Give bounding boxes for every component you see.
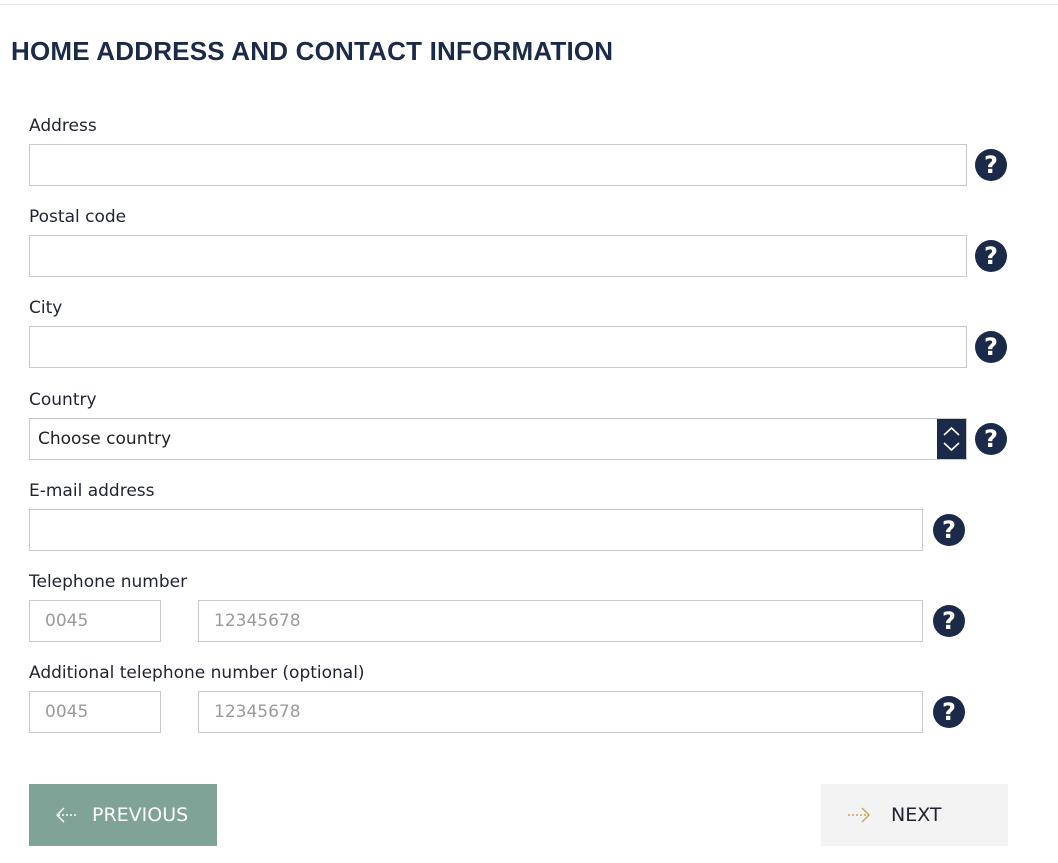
postal-code-label: Postal code xyxy=(29,207,127,227)
country-select[interactable]: Choose country xyxy=(29,418,967,460)
additional-telephone-help-icon[interactable]: ? xyxy=(933,696,965,728)
city-help-icon[interactable]: ? xyxy=(975,331,1007,363)
email-input[interactable] xyxy=(29,509,923,551)
country-help-icon[interactable]: ? xyxy=(975,423,1007,455)
address-label: Address xyxy=(29,116,97,136)
postal-code-input[interactable] xyxy=(29,235,967,277)
postal-code-help-icon[interactable]: ? xyxy=(975,240,1007,272)
email-help-icon[interactable]: ? xyxy=(933,514,965,546)
dotted-arrow-right-icon xyxy=(846,805,872,830)
previous-button[interactable]: PREVIOUS xyxy=(29,784,217,846)
additional-telephone-label: Additional telephone number (optional) xyxy=(29,663,365,683)
email-label: E-mail address xyxy=(29,481,155,501)
country-label: Country xyxy=(29,390,97,410)
next-button[interactable]: NEXT xyxy=(821,784,1008,846)
address-help-icon[interactable]: ? xyxy=(975,149,1007,181)
country-selected-value: Choose country xyxy=(38,429,172,449)
page-title: HOME ADDRESS AND CONTACT INFORMATION xyxy=(11,36,614,66)
telephone-help-icon[interactable]: ? xyxy=(933,605,965,637)
additional-telephone-number-input[interactable] xyxy=(198,691,923,733)
telephone-label: Telephone number xyxy=(29,572,188,592)
telephone-prefix-input[interactable] xyxy=(29,600,161,642)
chevron-up-down-icon[interactable] xyxy=(937,419,966,459)
next-button-label: NEXT xyxy=(891,804,942,826)
telephone-number-input[interactable] xyxy=(198,600,923,642)
previous-button-label: PREVIOUS xyxy=(92,804,189,826)
address-input[interactable] xyxy=(29,144,967,186)
top-divider xyxy=(0,4,1058,5)
city-input[interactable] xyxy=(29,326,967,368)
city-label: City xyxy=(29,298,63,318)
dotted-arrow-left-icon xyxy=(54,805,80,830)
additional-telephone-prefix-input[interactable] xyxy=(29,691,161,733)
